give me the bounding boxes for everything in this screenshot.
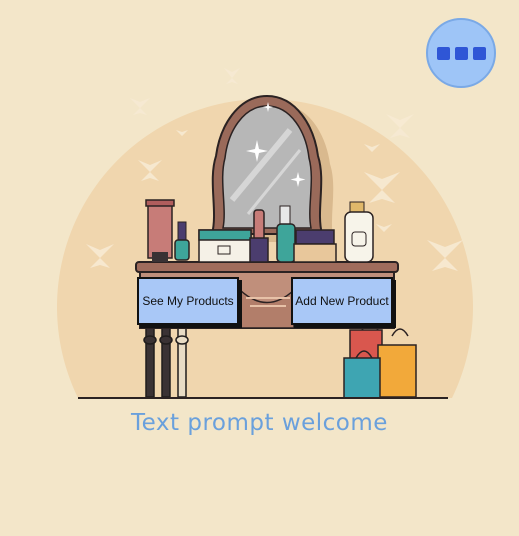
table-top <box>135 261 399 273</box>
more-dots-icon <box>436 46 450 60</box>
menu-button[interactable] <box>426 18 496 88</box>
add-new-product-button[interactable]: Add New Product <box>291 277 393 325</box>
more-dots-icon <box>472 46 486 60</box>
welcome-text: Text prompt welcome <box>131 410 388 436</box>
mirror-glass <box>221 105 313 229</box>
more-dots-icon <box>454 46 468 60</box>
table-legs <box>143 324 189 398</box>
see-my-products-button[interactable]: See My Products <box>137 277 239 325</box>
